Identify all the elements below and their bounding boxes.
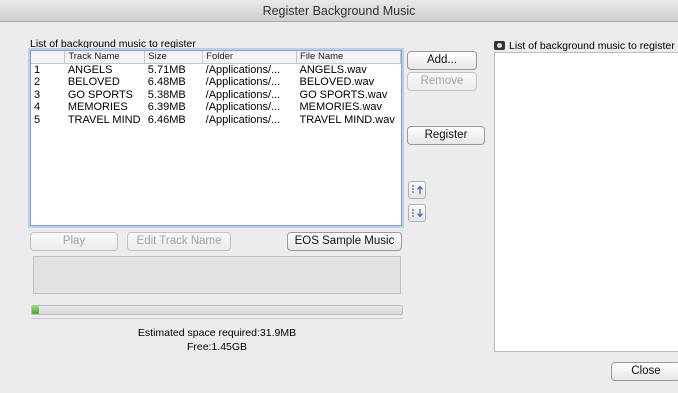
- camera-music-list[interactable]: [494, 52, 678, 352]
- track-folder: /Applications/...: [205, 113, 281, 126]
- track-folder: /Applications/...: [205, 63, 281, 76]
- row-number: 3: [34, 88, 41, 101]
- track-size: 5.38MB: [147, 88, 186, 101]
- row-number: 4: [34, 101, 41, 113]
- divider: [31, 318, 403, 319]
- track-name: ANGELS: [67, 63, 113, 76]
- free-space-label: Free:1.45GB: [186, 341, 248, 353]
- capacity-progress-bar: [31, 305, 403, 315]
- track-size: 6.39MB: [147, 101, 186, 113]
- move-up-icon[interactable]: [408, 181, 426, 199]
- track-size: 6.48MB: [147, 76, 186, 88]
- track-file-name: BELOVED.wav: [299, 76, 375, 88]
- track-folder: /Applications/...: [205, 76, 281, 88]
- track-file-name: MEMORIES.wav: [299, 101, 383, 113]
- music-list[interactable]: Track Name Size Folder File Name 1 ANGEL…: [30, 50, 402, 226]
- estimated-space-label: Estimated space required:31.9MB: [137, 327, 297, 339]
- row-number: 2: [34, 76, 41, 88]
- remove-button[interactable]: Remove: [407, 72, 477, 91]
- eos-sample-music-button[interactable]: EOS Sample Music: [287, 232, 402, 251]
- window-title: Register Background Music: [0, 0, 678, 22]
- play-button[interactable]: Play: [30, 232, 118, 251]
- track-file-name: ANGELS.wav: [299, 63, 367, 76]
- column-header[interactable]: File Name: [296, 51, 401, 64]
- track-name: BELOVED: [67, 76, 120, 88]
- row-number: 5: [34, 113, 41, 126]
- left-list-title: List of background music to register: [30, 38, 196, 50]
- track-size: 5.71MB: [147, 63, 186, 76]
- track-folder: /Applications/...: [205, 101, 281, 113]
- camera-icon: [494, 41, 505, 50]
- table-row[interactable]: 3 GO SPORTS 5.38MB /Applications/... GO …: [31, 89, 401, 102]
- track-info-panel: [33, 256, 401, 294]
- column-header[interactable]: [31, 51, 66, 64]
- track-size: 6.46MB: [147, 113, 186, 126]
- move-down-icon[interactable]: [408, 204, 426, 222]
- table-row[interactable]: 2 BELOVED 6.48MB /Applications/... BELOV…: [31, 76, 401, 89]
- track-name: MEMORIES: [67, 101, 128, 113]
- column-header[interactable]: Track Name: [64, 51, 146, 64]
- column-header[interactable]: Size: [144, 51, 204, 64]
- add-button[interactable]: Add...: [407, 51, 477, 70]
- edit-track-name-button[interactable]: Edit Track Name: [127, 232, 231, 251]
- track-file-name: GO SPORTS.wav: [299, 88, 388, 101]
- table-row[interactable]: 4 MEMORIES 6.39MB /Applications/... MEMO…: [31, 101, 401, 114]
- row-number: 1: [34, 63, 41, 76]
- column-header[interactable]: Folder: [202, 51, 298, 64]
- capacity-progress-fill: [32, 306, 40, 314]
- track-name: GO SPORTS: [67, 88, 134, 101]
- list-header: Track Name Size Folder File Name: [31, 51, 401, 64]
- track-file-name: TRAVEL MIND.wav: [299, 113, 395, 126]
- register-button[interactable]: Register: [407, 126, 485, 145]
- track-folder: /Applications/...: [205, 88, 281, 101]
- close-button[interactable]: Close: [611, 362, 678, 381]
- table-row[interactable]: 5 TRAVEL MIND 6.46MB /Applications/... T…: [31, 114, 401, 127]
- table-row[interactable]: 1 ANGELS 5.71MB /Applications/... ANGELS…: [31, 63, 401, 76]
- track-name: TRAVEL MIND: [67, 113, 141, 126]
